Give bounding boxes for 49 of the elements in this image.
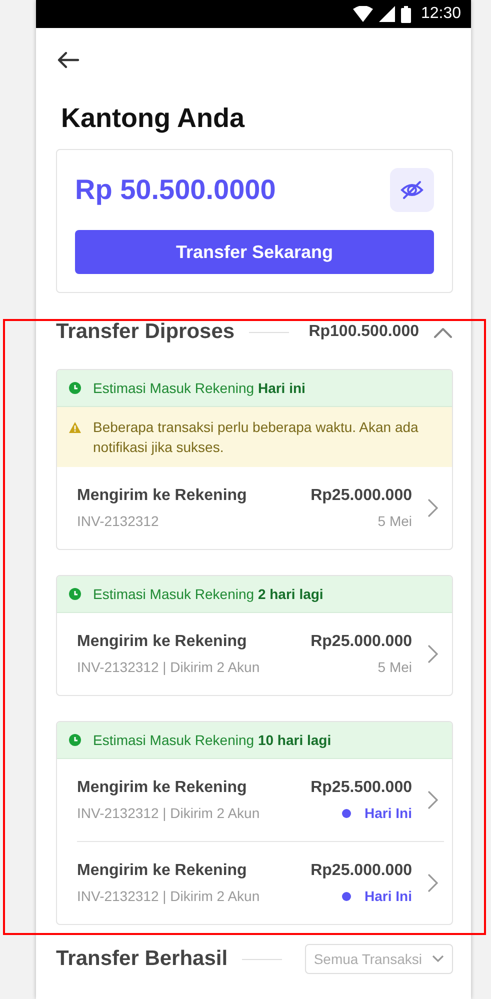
status-dot bbox=[342, 892, 351, 900]
transfer-row[interactable]: Mengirim ke Rekening Rp25.000.000 INV-2132312 | Dikirim 2 Akun Hari Ini bbox=[77, 841, 444, 924]
transfer-row[interactable]: Mengirim ke Rekening Rp25.500.000 INV-2132312 | Dikirim 2 Akun Hari Ini bbox=[77, 759, 444, 841]
section-total: Rp100.500.000 bbox=[308, 323, 419, 341]
transfer-amount: Rp25.000.000 bbox=[310, 487, 412, 505]
transfer-date: 5 Mei bbox=[378, 513, 412, 529]
battery-icon bbox=[400, 6, 411, 22]
transfer-row[interactable]: Mengirim ke Rekening Rp25.000.000 INV-2132312 5 Mei bbox=[77, 467, 444, 549]
transfer-date: Hari Ini bbox=[364, 888, 412, 904]
chevron-right-icon bbox=[428, 874, 438, 892]
estimate-text: Estimasi Masuk Rekening 10 hari lagi bbox=[93, 732, 332, 748]
section-title: Transfer Diproses bbox=[56, 320, 235, 344]
signal-icon bbox=[378, 6, 395, 22]
clock-icon bbox=[69, 382, 81, 394]
balance-amount: Rp 50.500.0000 bbox=[75, 174, 276, 206]
back-arrow-icon[interactable] bbox=[56, 50, 80, 70]
estimate-text: Estimasi Masuk Rekening 2 hari lagi bbox=[93, 586, 324, 602]
chevron-right-icon bbox=[428, 645, 438, 663]
transfer-title: Mengirim ke Rekening bbox=[77, 862, 247, 880]
chevron-right-icon bbox=[428, 499, 438, 517]
transfer-date: Hari Ini bbox=[364, 805, 412, 821]
section-title: Transfer Berhasil bbox=[56, 947, 228, 971]
eye-slash-icon bbox=[400, 180, 424, 200]
transfer-reference: INV-2132312 bbox=[77, 513, 159, 529]
transfer-reference: INV-2132312 | Dikirim 2 Akun bbox=[77, 888, 260, 904]
chevron-up-icon[interactable] bbox=[433, 326, 453, 338]
page-title: Kantong Anda bbox=[61, 102, 246, 134]
transfer-date: 5 Mei bbox=[378, 659, 412, 675]
wifi-icon bbox=[352, 6, 373, 22]
transfer-amount: Rp25.000.000 bbox=[310, 862, 412, 880]
transfer-amount: Rp25.000.000 bbox=[310, 633, 412, 651]
transfer-now-button[interactable]: Transfer Sekarang bbox=[75, 230, 434, 274]
clock-icon bbox=[69, 588, 81, 600]
estimate-text: Estimasi Masuk Rekening Hari ini bbox=[93, 380, 306, 396]
transfer-amount: Rp25.500.000 bbox=[310, 779, 412, 797]
status-time: 12:30 bbox=[420, 5, 461, 23]
warning-text: Beberapa transaksi perlu beberapa waktu. Akan ada notifikasi jika sukses. bbox=[93, 418, 420, 457]
transfer-reference: INV-2132312 | Dikirim 2 Akun bbox=[77, 659, 260, 675]
hide-balance-button[interactable] bbox=[390, 168, 434, 212]
chevron-down-icon bbox=[432, 955, 444, 963]
clock-icon bbox=[69, 734, 81, 746]
transfer-row[interactable]: Mengirim ke Rekening Rp25.000.000 INV-2132312 | Dikirim 2 Akun 5 Mei bbox=[77, 613, 444, 695]
status-dot bbox=[342, 808, 351, 818]
chevron-right-icon bbox=[428, 791, 438, 809]
warning-icon bbox=[69, 422, 81, 433]
transfer-reference: INV-2132312 | Dikirim 2 Akun bbox=[77, 805, 260, 821]
transfer-title: Mengirim ke Rekening bbox=[77, 633, 247, 651]
transfer-title: Mengirim ke Rekening bbox=[77, 779, 247, 797]
transfer-title: Mengirim ke Rekening bbox=[77, 487, 247, 505]
